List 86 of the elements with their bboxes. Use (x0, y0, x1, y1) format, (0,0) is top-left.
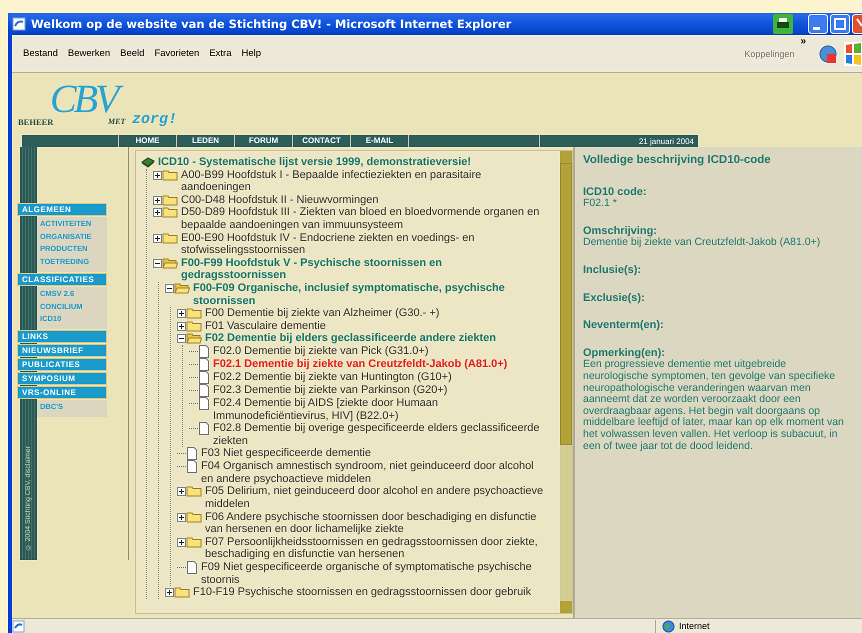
globe-icon (662, 620, 675, 632)
menu-item[interactable]: Bestand (18, 48, 63, 59)
tree-item[interactable]: A00-B99 Hoofdstuk I - Bepaalde infectieziekten en parasitaire aandoeningen (181, 168, 548, 194)
nav-link[interactable]: FORUM (235, 135, 293, 147)
minimize-button[interactable] (808, 14, 828, 34)
expand-icon[interactable] (165, 588, 174, 598)
tree-item[interactable]: F02.2 Dementie bij ziekte van Huntington (G10+) (213, 370, 548, 384)
folder-icon (162, 232, 178, 244)
detail-title: Volledige beschrijving ICD10-code (583, 155, 772, 167)
tree-item[interactable]: F09 Niet gespecificeerde organische of symptomatische psychische stoornis (201, 561, 548, 586)
field-value: F02.1 * (583, 198, 618, 210)
folder-open-icon (162, 256, 178, 269)
folder-icon (174, 586, 190, 598)
page-icon (12, 17, 26, 31)
globe-icon (818, 44, 838, 64)
folder-icon (186, 485, 202, 498)
tree-item[interactable]: F02.8 Dementie bij overige gespecificeerde elders geclassificeerde ziekten (213, 422, 548, 448)
nav-link[interactable]: LEDEN (177, 135, 235, 147)
folder-icon (162, 206, 178, 218)
expand-icon[interactable] (177, 512, 186, 522)
tree-item[interactable]: F02.0 Dementie bij ziekte van Pick (G31.0+) (213, 344, 548, 358)
scrollbar[interactable] (560, 151, 572, 613)
field-label: Omschrijving: (583, 226, 657, 238)
collapse-icon[interactable] (165, 284, 174, 293)
menu-item[interactable]: Beeld (115, 48, 150, 59)
date-text: 21 januari 2004 (638, 136, 695, 146)
folder-open-icon (186, 332, 202, 344)
expand-icon[interactable] (153, 196, 162, 205)
expand-icon[interactable] (177, 538, 186, 547)
book-icon (141, 156, 155, 168)
tree-item[interactable]: F10-F19 Psychische stoornissen en gedragsstoornissen door gebruik (193, 586, 548, 599)
folder-icon (162, 168, 178, 181)
tree-item[interactable]: F03 Niet gespecificeerde dementie (201, 447, 548, 460)
tree-item[interactable]: C00-D48 Hoofdstuk II - Nieuwvormingen (181, 194, 548, 206)
page-icon (12, 620, 26, 632)
field-label: Inclusie(s): (583, 264, 642, 277)
windows-flag-icon (844, 42, 862, 66)
menu-item[interactable]: Extra (204, 48, 237, 59)
nav-link[interactable]: E-MAIL (351, 135, 409, 147)
folder-icon (162, 194, 178, 206)
menu-item[interactable]: Favorieten (149, 48, 204, 59)
collapse-icon[interactable] (153, 258, 162, 268)
expand-icon[interactable] (177, 322, 186, 331)
collapse-icon[interactable] (177, 334, 186, 344)
chevron-button[interactable]: » (800, 36, 806, 46)
field-value: Een progressieve dementie met uitgebreide neurologische symptomen, ten gevolge van specifieke neuropathologische veranderingen waarvan men aanneemt dat ze worden veroorzaakt door een overdraagbaar agens. Het begin valt doorgaans op middelbare leeftijd of later, maar kan op elk moment van het volwassen leven vallen. Het verloop is subacuut, in een of twee jaar tot de dood leidend. (583, 359, 845, 452)
tree-item[interactable]: F00-F09 Organische, inclusief symptomatische, psychische stoornissen (193, 282, 548, 308)
field-label: Opmerking(en): (583, 348, 666, 360)
tree-item[interactable]: F07 Persoonlijkheidsstoornissen en gedragsstoornissen door ziekte, beschadiging en disfunctie van hersenen (205, 536, 548, 562)
menu-item[interactable]: Help (236, 48, 266, 59)
tree-item[interactable]: D50-D89 Hoofdstuk III - Ziekten van bloed en bloedvormende organen en bepaalde aandoeningen van immuunsysteem (181, 206, 548, 232)
tree-item[interactable]: F00 Dementie bij ziekte van Alzheimer (G30.- +) (205, 307, 548, 320)
tree-item[interactable]: F02.1 Dementie bij ziekte van Creutzfeldt-Jakob (A81.0+) (213, 358, 548, 370)
window-title: Welkom op de website van de Stichting CBV! - Microsoft Internet Explorer (31, 17, 512, 31)
expand-icon[interactable] (177, 487, 186, 496)
tree-item[interactable]: F02 Dementie bij elders geclassificeerde andere ziekten (205, 332, 548, 345)
field-label: ICD10 code: (583, 186, 648, 198)
tree-item[interactable]: F01 Vasculaire dementie (205, 320, 548, 332)
field-label: Neventerm(en): (583, 320, 665, 332)
tree-item[interactable]: F00-F99 Hoofdstuk V - Psychische stoornissen en gedragsstoornissen (181, 256, 548, 282)
close-button[interactable] (852, 14, 862, 34)
folder-open-icon (174, 282, 190, 294)
folder-icon (186, 510, 202, 523)
maximize-button[interactable] (830, 14, 850, 34)
field-label: Exclusie(s): (583, 292, 646, 304)
expand-icon[interactable] (153, 234, 162, 243)
tree-item[interactable]: F02.3 Dementie bij ziekte van Parkinson (G20+) (213, 384, 548, 396)
tree-item[interactable]: F04 Organisch amnestisch syndroom, niet geinduceerd door alcohol en andere psychoactieve middelen (201, 460, 548, 486)
tree-item[interactable]: F02.4 Dementie bij AIDS [ziekte door Humaan Immunodeficiëntievirus, HIV] (B22.0+) (213, 396, 548, 422)
tree-item[interactable]: F06 Andere psychische stoornissen door beschadiging en disfunctie van hersenen en door lichamelijke ziekte (205, 510, 548, 536)
tree-item[interactable]: F05 Delirium, niet geinduceerd door alcohol en andere psychoactieve middelen (205, 485, 548, 511)
folder-icon (186, 536, 202, 548)
printer-icon (773, 14, 793, 34)
field-value: Dementie bij ziekte van Creutzfeldt-Jakob (A81.0+) (583, 237, 822, 249)
expand-icon[interactable] (153, 170, 162, 180)
nav-link[interactable]: HOME (119, 135, 177, 147)
links-label[interactable]: Koppelingen (744, 48, 794, 58)
menu-item[interactable]: Bewerken (62, 48, 116, 59)
expand-icon[interactable] (177, 309, 186, 318)
tree-item[interactable]: ICD10 - Systematische lijst versie 1999, demonstratieversie! (158, 156, 548, 169)
folder-icon (186, 320, 202, 332)
zone-text: Internet (679, 621, 710, 631)
folder-icon (186, 307, 202, 320)
expand-icon[interactable] (153, 208, 162, 218)
nav-link[interactable]: CONTACT (293, 135, 351, 147)
tree-item[interactable]: E00-E90 Hoofdstuk IV - Endocriene ziekten en voedings- en stofwisselingsstoornissen (181, 232, 548, 257)
